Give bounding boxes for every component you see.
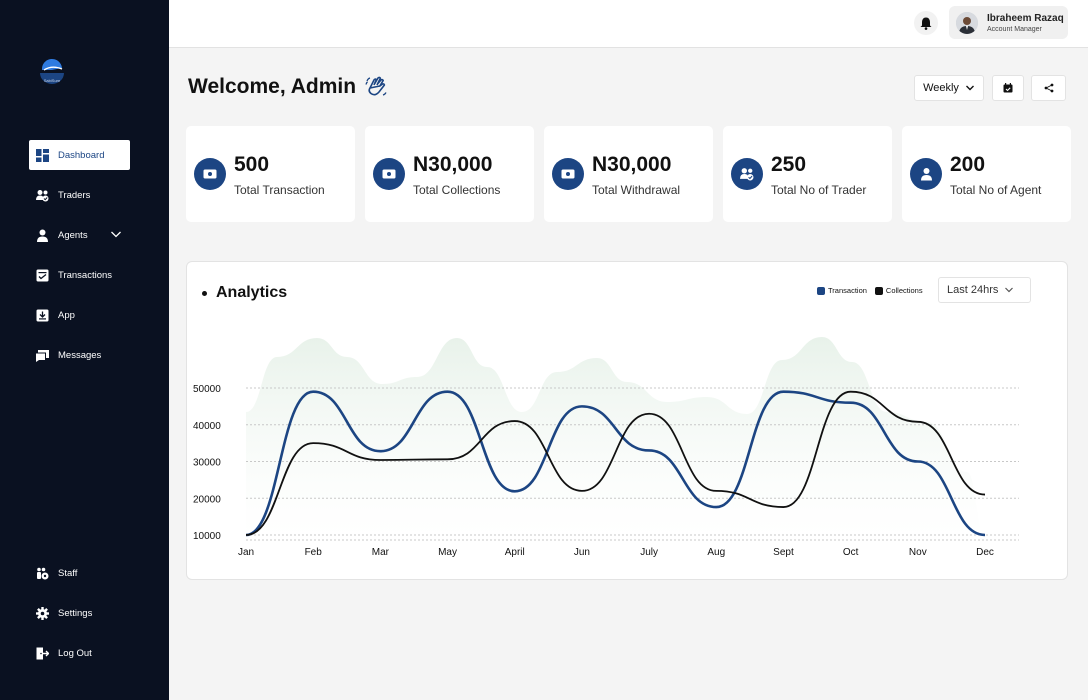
agents-icon [36, 229, 49, 242]
staff-icon [36, 567, 49, 580]
legend-item-collections: Collections [874, 286, 923, 295]
brand-name: SabiSure [43, 78, 61, 83]
x-tick-label: Jan [238, 547, 254, 558]
logout-icon [36, 647, 49, 660]
legend-swatch [817, 286, 825, 295]
share-icon [1044, 83, 1053, 93]
stat-value: 200 [950, 153, 986, 176]
x-tick-label: Sept [773, 547, 794, 558]
sidebar-item-label: Transactions [58, 269, 113, 281]
stat-value: N30,000 [592, 153, 672, 176]
chevron-down-icon [1005, 287, 1014, 293]
y-tick-label: 40000 [193, 421, 221, 432]
x-tick-label: July [640, 547, 658, 558]
sidebar-item-dashboard[interactable]: Dashboard [29, 140, 130, 170]
sidebar-item-transactions[interactable]: Transactions [29, 260, 130, 290]
sidebar: SabiSure Dashboard Traders Agents Transa… [0, 0, 169, 700]
analytics-title: Analytics [202, 284, 287, 302]
sidebar-item-label: Settings [58, 607, 93, 619]
chevron-down-icon[interactable] [110, 228, 122, 240]
waving-hand-icon [365, 76, 387, 96]
notification-button[interactable] [914, 11, 938, 35]
sidebar-item-traders[interactable]: Traders [29, 180, 130, 210]
stat-label: Total Collections [413, 183, 501, 197]
cash-icon [552, 158, 584, 190]
sidebar-item-messages[interactable]: Messages [29, 340, 130, 370]
sidebar-item-label: Traders [58, 189, 91, 201]
sidebar-item-agents[interactable]: Agents [29, 220, 130, 250]
stat-card-total-withdrawal: N30,000 Total Withdrawal [544, 126, 713, 222]
topbar: Ibraheem Razaq Account Manager [169, 0, 1088, 48]
x-tick-label: Nov [909, 547, 927, 558]
analytics-panel: 50000 40000 30000 20000 10000 Jan Feb Mar May Apr… [186, 261, 1068, 580]
user-profile-button[interactable]: Ibraheem Razaq Account Manager [949, 6, 1068, 39]
agents-icon [910, 158, 942, 190]
sidebar-item-staff[interactable]: Staff [29, 558, 130, 588]
x-tick-label: Oct [843, 547, 859, 558]
dashboard-icon [36, 148, 49, 162]
y-tick-label: 50000 [193, 384, 221, 395]
legend-item-transaction: Transaction [817, 286, 867, 295]
range-select-label: Last 24hrs [947, 284, 999, 296]
legend-swatch [874, 286, 883, 295]
stat-label: Total No of Agent [950, 183, 1042, 197]
stat-value: 250 [771, 153, 807, 176]
avatar [956, 11, 978, 34]
legend-label: Transaction [828, 286, 867, 295]
sidebar-item-logout[interactable]: Log Out [29, 638, 130, 668]
x-tick-label: Feb [305, 547, 323, 558]
chevron-down-icon [965, 85, 974, 91]
y-tick-label: 10000 [193, 531, 221, 542]
share-button[interactable] [1031, 75, 1066, 101]
calendar-button[interactable] [992, 75, 1024, 101]
gear-icon [36, 606, 49, 620]
sidebar-item-label: Dashboard [58, 149, 105, 161]
analytics-title-text: Analytics [216, 284, 288, 301]
user-name: Ibraheem Razaq [987, 12, 1064, 24]
sidebar-item-label: Log Out [58, 647, 92, 659]
x-tick-label: Dec [976, 547, 994, 558]
stat-card-total-agents: 200 Total No of Agent [902, 126, 1071, 222]
chart-legend: Transaction Collections [817, 286, 931, 295]
sidebar-item-label: Staff [58, 567, 78, 579]
y-tick-label: 20000 [193, 494, 221, 505]
stat-label: Total No of Trader [771, 183, 867, 197]
cash-icon [194, 158, 226, 190]
sidebar-item-app[interactable]: App [29, 300, 130, 330]
calendar-icon [1003, 83, 1013, 93]
sidebar-item-settings[interactable]: Settings [29, 598, 130, 628]
stat-card-total-transaction: 500 Total Transaction [186, 126, 355, 222]
y-tick-label: 30000 [193, 458, 221, 469]
user-role: Account Manager [987, 25, 1042, 33]
page-title-text: Welcome, Admin [188, 75, 357, 98]
period-select-label: Weekly [923, 82, 959, 94]
stat-card-total-collections: N30,000 Total Collections [365, 126, 534, 222]
traders-icon [731, 158, 763, 190]
page-title: Welcome, Admin [188, 75, 388, 99]
range-select[interactable]: Last 24hrs [938, 277, 1031, 303]
stat-label: Total Transaction [234, 183, 325, 197]
stat-card-total-traders: 250 Total No of Trader [723, 126, 892, 222]
x-tick-label: May [438, 547, 457, 558]
sidebar-item-label: App [58, 309, 75, 321]
bullet-dot [202, 290, 207, 296]
stat-value: 500 [234, 153, 270, 176]
bell-icon [920, 17, 932, 30]
period-select[interactable]: Weekly [914, 75, 984, 101]
stat-label: Total Withdrawal [592, 183, 681, 197]
cash-icon [373, 158, 405, 190]
legend-label: Collections [885, 286, 923, 295]
app-download-icon [36, 309, 49, 322]
x-tick-label: Jun [574, 547, 590, 558]
x-tick-label: April [505, 547, 525, 558]
transactions-icon [36, 269, 49, 282]
traders-icon [36, 189, 49, 202]
sidebar-item-label: Agents [58, 229, 88, 241]
messages-icon [36, 349, 49, 362]
sidebar-item-label: Messages [58, 349, 102, 361]
analytics-chart: 50000 40000 30000 20000 10000 Jan Feb Mar May Apr… [193, 337, 1019, 558]
x-tick-label: Mar [372, 547, 390, 558]
x-tick-label: Aug [707, 547, 725, 558]
stat-value: N30,000 [413, 153, 493, 176]
